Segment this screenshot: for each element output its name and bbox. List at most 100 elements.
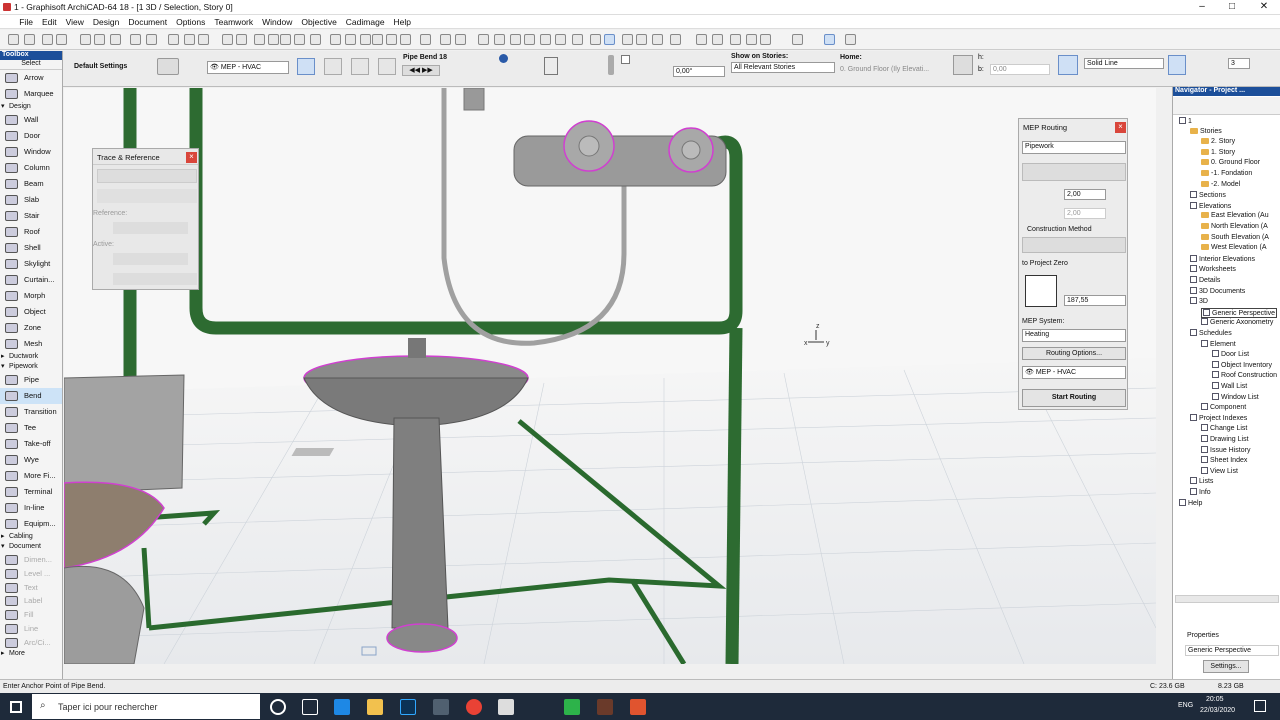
settings-button[interactable]: Settings...	[1203, 660, 1249, 673]
toolbar-button-20[interactable]	[345, 34, 356, 45]
navigator-tree[interactable]: 1 Stories 2. Story 1. Story 0. Ground Floor -…	[1173, 117, 1280, 587]
pen-number-field[interactable]: 3	[1228, 58, 1250, 69]
angle-field[interactable]: 0,00°	[673, 66, 725, 77]
line-type-icon[interactable]	[1058, 55, 1078, 75]
nav-item-info[interactable]: Info	[1190, 488, 1211, 496]
toolbar-button-5[interactable]	[94, 34, 105, 45]
pipework-tool-bend[interactable]: Bend	[0, 388, 62, 404]
toolbar-button-25[interactable]	[420, 34, 431, 45]
toolbar-button-3[interactable]	[56, 34, 67, 45]
camtasia-icon[interactable]	[564, 699, 580, 715]
document-tool-fill[interactable]: Fill	[0, 607, 62, 621]
pen-icon[interactable]	[1168, 55, 1186, 75]
toolbar-button-42[interactable]	[712, 34, 723, 45]
toolbar-button-40[interactable]	[670, 34, 681, 45]
document-tool-text[interactable]: Text	[0, 580, 62, 594]
checkbox[interactable]	[621, 55, 630, 64]
toolbar-button-30[interactable]	[510, 34, 521, 45]
mep-shape-buttons[interactable]	[1022, 163, 1126, 181]
select-tool-arrow[interactable]: Arrow	[0, 70, 62, 86]
mep-size2-field[interactable]: 2,00	[1064, 208, 1106, 219]
info-icon[interactable]	[499, 54, 508, 63]
nav-item-south-elevation-a[interactable]: South Elevation (A	[1201, 233, 1269, 241]
toolbar-button-11[interactable]	[198, 34, 209, 45]
toolbar-button-48[interactable]	[845, 34, 856, 45]
anchor-point-icon[interactable]	[544, 57, 558, 75]
pipework-tool-transition[interactable]: Transition	[0, 404, 62, 420]
default-settings-label[interactable]: Default Settings	[74, 63, 127, 70]
toolbar-button-19[interactable]	[330, 34, 341, 45]
toolbar-button-47[interactable]	[824, 34, 835, 45]
active-slider[interactable]	[113, 253, 188, 265]
toolbar-button-1[interactable]	[24, 34, 35, 45]
toolbar-button-45[interactable]	[760, 34, 771, 45]
menu-cadimage[interactable]: Cadimage	[341, 15, 389, 27]
menu-window[interactable]: Window	[257, 15, 296, 27]
pipework-tool-terminal[interactable]: Terminal	[0, 484, 62, 500]
archicad-icon[interactable]	[597, 699, 613, 715]
toolbar-button-15[interactable]	[268, 34, 279, 45]
nav-item-interior-elevations[interactable]: Interior Elevations	[1190, 254, 1255, 263]
language-indicator[interactable]: ENG	[1178, 702, 1193, 709]
mep-type-dropdown[interactable]: Pipework	[1022, 141, 1126, 154]
document-section[interactable]: Document	[0, 542, 62, 552]
mep-offset-field[interactable]: 187,55	[1064, 295, 1126, 306]
trace-source-dropdown[interactable]	[97, 169, 197, 183]
cortana-icon[interactable]	[270, 699, 286, 715]
pipework-section[interactable]: Pipework	[0, 362, 62, 372]
design-tool-slab[interactable]: Slab	[0, 192, 62, 208]
pipe-bend-icon[interactable]	[157, 58, 179, 75]
nav-item-worksheets[interactable]: Worksheets	[1190, 265, 1236, 273]
app-icon-5[interactable]	[433, 699, 449, 715]
pipework-tool-more-fi[interactable]: More Fi...	[0, 468, 62, 484]
menu-teamwork[interactable]: Teamwork	[209, 15, 257, 27]
toolbar-button-38[interactable]	[636, 34, 647, 45]
nav-item-project-indexes[interactable]: Project Indexes	[1190, 413, 1247, 422]
nav-item-component[interactable]: Component	[1201, 403, 1246, 411]
pipework-tool-equipm[interactable]: Equipm...	[0, 516, 62, 532]
toolbar-button-29[interactable]	[494, 34, 505, 45]
mep-system-dropdown[interactable]: Heating	[1022, 329, 1126, 342]
minimize-button[interactable]: –	[1188, 0, 1216, 15]
design-tool-roof[interactable]: Roof	[0, 224, 62, 240]
toolbar-button-0[interactable]	[8, 34, 19, 45]
trace-action-buttons[interactable]	[97, 189, 197, 203]
taskbar-search-box[interactable]: ⌕ Taper ici pour rechercher	[32, 694, 260, 719]
nav-item-schedules[interactable]: Schedules	[1190, 329, 1232, 337]
nav-item-2-model[interactable]: -2. Model	[1201, 180, 1240, 188]
design-tool-zone[interactable]: Zone	[0, 320, 62, 336]
navigator-scrollbar[interactable]	[1175, 595, 1279, 603]
windows-start-icon[interactable]	[10, 701, 22, 713]
design-tool-object[interactable]: Object	[0, 304, 62, 320]
toolbar-button-4[interactable]	[80, 34, 91, 45]
mep-size1-field[interactable]: 2,00	[1064, 189, 1106, 200]
nav-item-change-list[interactable]: Change List	[1201, 424, 1247, 432]
design-tool-skylight[interactable]: Skylight	[0, 256, 62, 272]
design-section[interactable]: Design	[0, 102, 62, 112]
menu-view[interactable]: View	[61, 15, 88, 27]
toolbar-button-10[interactable]	[184, 34, 195, 45]
toolbar-button-23[interactable]	[386, 34, 397, 45]
nav-item-lists[interactable]: Lists	[1190, 477, 1213, 485]
cabling-section[interactable]: Cabling	[0, 532, 62, 542]
nav-item-1-fondation[interactable]: -1. Fondation	[1201, 170, 1252, 177]
menu-document[interactable]: Document	[123, 15, 171, 27]
anchor-button[interactable]	[351, 58, 369, 75]
toolbar-button-41[interactable]	[696, 34, 707, 45]
toolbar-button-35[interactable]	[590, 34, 601, 45]
nav-item-issue-history[interactable]: Issue History	[1201, 445, 1250, 454]
properties-value[interactable]: Generic Perspective	[1185, 645, 1279, 656]
edge-icon[interactable]	[334, 699, 350, 715]
document-tool-line[interactable]: Line	[0, 621, 62, 635]
design-tool-column[interactable]: Column	[0, 160, 62, 176]
toolbar-button-9[interactable]	[168, 34, 179, 45]
design-tool-beam[interactable]: Beam	[0, 176, 62, 192]
menu-options[interactable]: Options	[171, 15, 209, 27]
maximize-button[interactable]: □	[1218, 0, 1246, 15]
construction-method-buttons[interactable]	[1022, 237, 1126, 253]
nav-item-stories[interactable]: Stories	[1190, 127, 1222, 135]
nav-item-generic-perspective[interactable]: Generic Perspective	[1201, 307, 1278, 318]
nav-item-east-elevation-au[interactable]: East Elevation (Au	[1201, 212, 1269, 219]
start-routing-button[interactable]: Start Routing	[1022, 389, 1126, 407]
design-tool-shell[interactable]: Shell	[0, 240, 62, 256]
